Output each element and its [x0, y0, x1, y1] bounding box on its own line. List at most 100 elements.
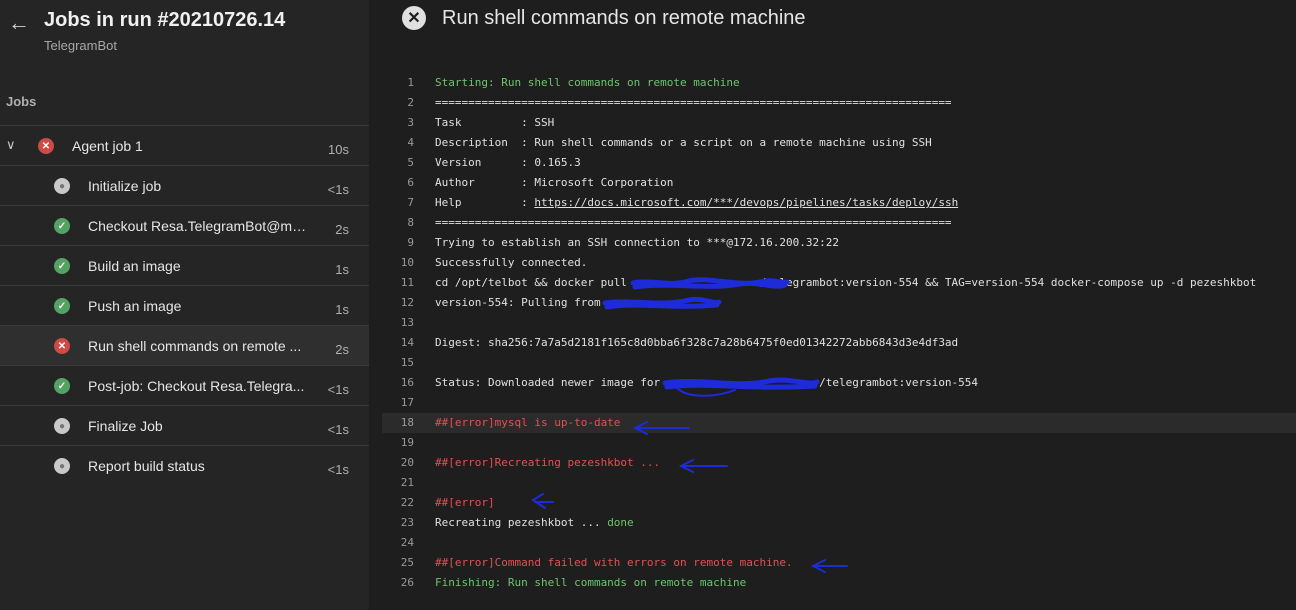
log-panel: ✕ Run shell commands on remote machine 1…	[369, 0, 1296, 610]
log-text-content: Task : SSH	[435, 116, 555, 129]
log-text-content: ##[error]	[435, 496, 495, 509]
arrow-left-icon[interactable]: ←	[8, 12, 30, 34]
help-link[interactable]: https://docs.microsoft.com/***/devops/pi…	[534, 196, 958, 209]
job-label: Post-job: Checkout Resa.Telegra...	[88, 378, 305, 394]
check-circle-icon: ✓	[54, 298, 70, 314]
job-row[interactable]: ✓ Checkout Resa.TelegramBot@mas... 2s	[0, 205, 369, 245]
check-circle-icon: ✓	[54, 378, 70, 394]
log-text: ##[error]	[435, 493, 495, 513]
job-label: Run shell commands on remote ...	[88, 338, 302, 354]
log-text-content: Version : 0.165.3	[435, 156, 581, 169]
job-duration: 1s	[335, 262, 349, 277]
job-row[interactable]: ✕ Run shell commands on remote ... 2s	[0, 325, 369, 365]
log-line: 25 ##[error]Command failed with errors on…	[382, 553, 1296, 573]
log-line: 4 Description : Run shell commands or a s…	[382, 133, 1296, 153]
job-row[interactable]: ✓ Post-job: Checkout Resa.Telegra... <1s	[0, 365, 369, 405]
log-line: 18 ##[error]mysql is up-to-date	[382, 413, 1296, 433]
log-text-content: Starting: Run shell commands on remote m…	[435, 76, 740, 89]
job-row[interactable]: ● Report build status <1s	[0, 445, 369, 485]
log-text: Digest: sha256:7a7a5d2181f165c8d0bba6f32…	[435, 333, 958, 353]
skipped-circle-icon: ●	[54, 458, 70, 474]
log-line: 9 Trying to establish an SSH connection t…	[382, 233, 1296, 253]
log-line: 6 Author : Microsoft Corporation	[382, 173, 1296, 193]
log-text: Version : 0.165.3	[435, 153, 581, 173]
chevron-down-icon[interactable]: ∨	[6, 137, 16, 153]
line-number: 21	[400, 476, 414, 489]
log-text: ========================================…	[435, 213, 952, 233]
jobs-panel: ← Jobs in run #20210726.14 TelegramBot J…	[0, 0, 369, 610]
line-number: 9	[407, 236, 414, 249]
log-text: Description : Run shell commands or a sc…	[435, 133, 932, 153]
jobs-section-label: Jobs	[6, 94, 37, 109]
job-row[interactable]: ● Initialize job <1s	[0, 165, 369, 205]
job-duration: <1s	[327, 462, 349, 477]
log-output: 1 Starting: Run shell commands on remote …	[382, 73, 1296, 593]
line-number: 3	[407, 116, 414, 129]
line-number: 8	[407, 216, 414, 229]
check-circle-icon: ✓	[54, 218, 70, 234]
jobs-list: ∨ ✕ Agent job 1 10s ● Initialize job <1s ✓ Check…	[0, 125, 369, 485]
line-number: 11	[400, 276, 414, 289]
log-line: 11 cd /opt/telbot && docker pull /telegra…	[382, 273, 1296, 293]
log-line: 26 Finishing: Run shell commands on remot…	[382, 573, 1296, 593]
log-text-content: Help :	[435, 196, 535, 209]
close-icon[interactable]: ✕	[402, 6, 426, 30]
log-text-content: ========================================…	[435, 96, 952, 109]
job-duration: <1s	[327, 182, 349, 197]
job-duration: <1s	[327, 382, 349, 397]
done-status: done	[607, 516, 634, 529]
log-text-content: Digest: sha256:7a7a5d2181f165c8d0bba6f32…	[435, 336, 959, 349]
log-line: 13	[382, 313, 1296, 333]
log-text: Task : SSH	[435, 113, 554, 133]
line-number: 10	[400, 256, 414, 269]
line-number: 18	[400, 416, 414, 429]
job-duration: 1s	[335, 302, 349, 317]
line-number: 25	[400, 556, 414, 569]
line-number: 24	[400, 536, 414, 549]
log-text: ##[error]Recreating pezeshkbot ...	[435, 453, 660, 473]
log-text-content: ##[error]mysql is up-to-date	[435, 416, 621, 429]
log-text-content: ##[error]Recreating pezeshkbot ...	[435, 456, 661, 469]
log-text: ========================================…	[435, 93, 952, 113]
line-number: 6	[407, 176, 414, 189]
pipeline-name: TelegramBot	[44, 38, 117, 53]
check-circle-icon: ✓	[54, 258, 70, 274]
log-text: Trying to establish an SSH connection to…	[435, 233, 839, 253]
job-label: Push an image	[88, 298, 182, 314]
log-line: 17	[382, 393, 1296, 413]
job-row[interactable]: ✓ Build an image 1s	[0, 245, 369, 285]
log-line: 23 Recreating pezeshkbot ... done	[382, 513, 1296, 533]
job-duration: <1s	[327, 422, 349, 437]
job-row[interactable]: ∨ ✕ Agent job 1 10s	[0, 125, 369, 165]
job-duration: 2s	[335, 342, 349, 357]
line-number: 7	[407, 196, 414, 209]
log-text: Recreating pezeshkbot ... done	[435, 513, 634, 533]
job-label: Finalize Job	[88, 418, 163, 434]
log-text: version-554: Pulling from	[435, 293, 720, 313]
log-line: 19	[382, 433, 1296, 453]
job-row[interactable]: ✓ Push an image 1s	[0, 285, 369, 325]
job-row[interactable]: ● Finalize Job <1s	[0, 405, 369, 445]
line-number: 4	[407, 136, 414, 149]
line-number: 16	[400, 376, 414, 389]
line-number: 26	[400, 576, 414, 589]
log-text: ##[error]Command failed with errors on r…	[435, 553, 793, 573]
log-text: Starting: Run shell commands on remote m…	[435, 73, 740, 93]
log-text-content: cd /opt/telbot && docker pull /telegramb…	[435, 276, 1257, 289]
log-text-content: ##[error]Command failed with errors on r…	[435, 556, 793, 569]
line-number: 1	[407, 76, 414, 89]
error-circle-icon: ✕	[38, 138, 54, 154]
log-line: 22 ##[error]	[382, 493, 1296, 513]
log-line: 5 Version : 0.165.3	[382, 153, 1296, 173]
job-duration: 2s	[335, 222, 349, 237]
error-circle-icon: ✕	[54, 338, 70, 354]
page-title: Jobs in run #20210726.14	[44, 9, 286, 31]
log-line: 14 Digest: sha256:7a7a5d2181f165c8d0bba6f…	[382, 333, 1296, 353]
line-number: 14	[400, 336, 414, 349]
log-line: 20 ##[error]Recreating pezeshkbot ...	[382, 453, 1296, 473]
line-number: 5	[407, 156, 414, 169]
line-number: 19	[400, 436, 414, 449]
log-line: 16 Status: Downloaded newer image for /te…	[382, 373, 1296, 393]
skipped-circle-icon: ●	[54, 418, 70, 434]
line-number: 23	[400, 516, 414, 529]
